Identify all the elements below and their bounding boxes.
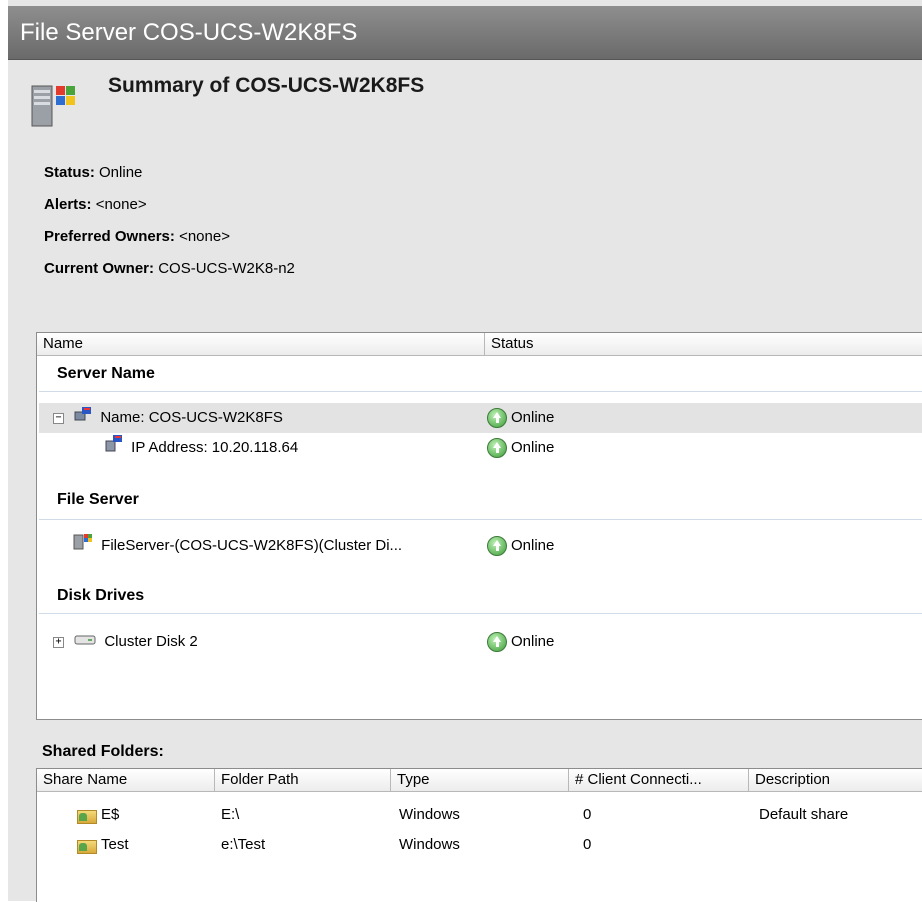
resources-list[interactable]: Name Status Server Name − Name: COS-UCS-… xyxy=(36,332,922,720)
share-name: Test xyxy=(101,836,129,853)
folder-path: e:\Test xyxy=(221,836,266,853)
share-type: Windows xyxy=(399,836,460,853)
preferred-owners-property: Preferred Owners: <none> xyxy=(44,228,230,245)
preferred-owners-label: Preferred Owners: xyxy=(44,228,175,245)
expand-icon[interactable]: + xyxy=(53,636,64,648)
group-divider xyxy=(39,391,922,392)
group-title-file-server: File Server xyxy=(57,491,139,508)
column-header-client-connections[interactable]: # Client Connecti... xyxy=(569,769,749,791)
summary-title: Summary of COS-UCS-W2K8FS xyxy=(108,74,425,97)
shared-folders-label: Shared Folders: xyxy=(42,743,164,760)
column-header-type[interactable]: Type xyxy=(391,769,569,791)
network-name-icon xyxy=(74,403,92,433)
group-divider xyxy=(39,613,922,614)
resource-status: Online xyxy=(511,409,555,426)
shared-folder-row[interactable]: Test e:\Test Windows 0 xyxy=(39,831,922,859)
shared-folders-header: Share Name Folder Path Type # Client Con… xyxy=(37,769,922,792)
column-header-folder-path[interactable]: Folder Path xyxy=(215,769,391,791)
alerts-label: Alerts: xyxy=(44,196,92,213)
resource-name: Cluster Disk 2 xyxy=(104,633,198,650)
shared-folder-row[interactable]: E$ E:\ Windows 0 Default share xyxy=(39,801,922,829)
group-divider xyxy=(39,519,922,520)
client-connections: 0 xyxy=(583,806,592,823)
online-status-icon xyxy=(487,408,507,429)
online-status-icon xyxy=(487,632,507,653)
status-value: Online xyxy=(99,164,143,181)
disk-drive-icon xyxy=(74,627,96,657)
server-icon xyxy=(30,80,80,135)
column-header-name[interactable]: Name xyxy=(37,333,485,355)
resource-status: Online xyxy=(511,439,555,456)
resource-status: Online xyxy=(511,633,555,650)
alerts-value: <none> xyxy=(95,196,147,213)
resources-header: Name Status xyxy=(37,333,922,356)
current-owner-property: Current Owner: COS-UCS-W2K8-n2 xyxy=(44,260,295,277)
resource-status: Online xyxy=(511,537,555,554)
status-property: Status: Online xyxy=(44,164,142,181)
resource-row-file-server[interactable]: FileServer-(COS-UCS-W2K8FS)(Cluster Di..… xyxy=(39,531,922,561)
column-header-status[interactable]: Status xyxy=(485,333,922,355)
online-status-icon xyxy=(487,536,507,557)
group-title-disk-drives: Disk Drives xyxy=(57,587,145,604)
share-type: Windows xyxy=(399,806,460,823)
resource-name: FileServer-(COS-UCS-W2K8FS)(Cluster Di..… xyxy=(101,537,403,554)
file-server-icon xyxy=(73,531,93,561)
collapse-icon[interactable]: − xyxy=(53,412,64,424)
column-header-share-name[interactable]: Share Name xyxy=(37,769,215,791)
window-title: File Server COS-UCS-W2K8FS xyxy=(8,6,922,60)
resource-row-name[interactable]: − Name: COS-UCS-W2K8FS Online xyxy=(39,403,922,433)
resource-name: IP Address: 10.20.118.64 xyxy=(131,439,299,456)
status-label: Status: xyxy=(44,164,95,181)
column-header-description[interactable]: Description xyxy=(749,769,922,791)
shared-folder-icon xyxy=(77,807,97,825)
current-owner-value: COS-UCS-W2K8-n2 xyxy=(158,260,295,277)
share-description: Default share xyxy=(759,806,849,823)
alerts-property: Alerts: <none> xyxy=(44,196,147,213)
resource-name: Name: COS-UCS-W2K8FS xyxy=(100,409,283,426)
client-connections: 0 xyxy=(583,836,592,853)
group-title-server-name: Server Name xyxy=(57,365,155,382)
resource-row-ip-address[interactable]: IP Address: 10.20.118.64 Online xyxy=(39,433,922,463)
share-name: E$ xyxy=(101,806,120,823)
folder-path: E:\ xyxy=(221,806,240,823)
ip-address-icon xyxy=(105,433,123,463)
current-owner-label: Current Owner: xyxy=(44,260,155,277)
shared-folder-icon xyxy=(77,837,97,855)
online-status-icon xyxy=(487,438,507,459)
preferred-owners-value: <none> xyxy=(179,228,230,245)
resource-row-cluster-disk[interactable]: + Cluster Disk 2 Online xyxy=(39,627,922,657)
shared-folders-list[interactable]: Share Name Folder Path Type # Client Con… xyxy=(36,768,922,902)
